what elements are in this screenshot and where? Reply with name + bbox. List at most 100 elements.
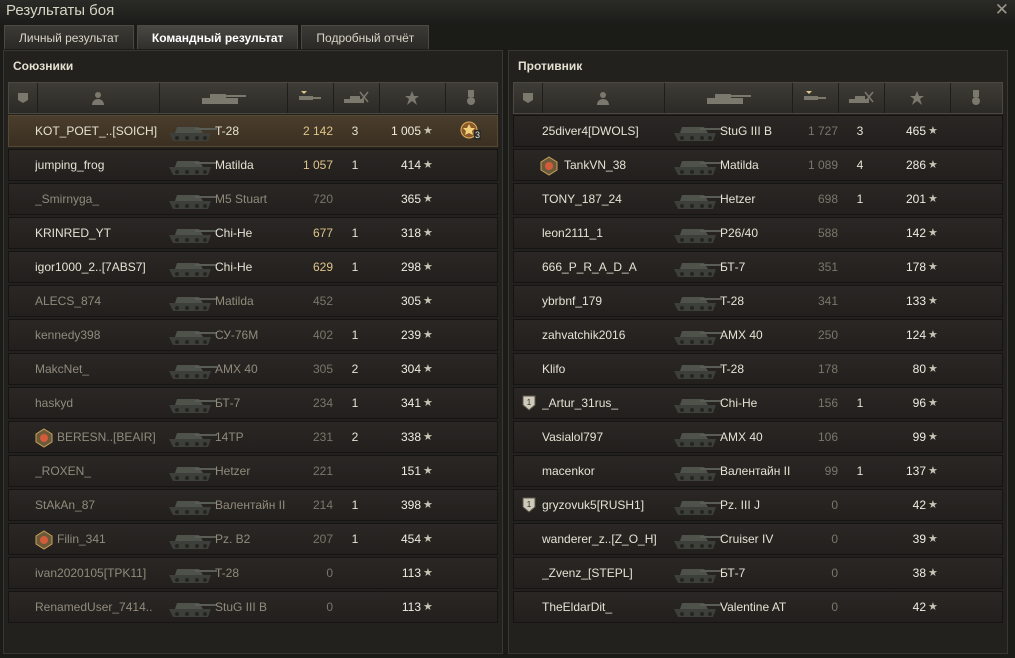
- player-row[interactable]: 1 gryzovuk5[RUSH1] Pz. III J 0 42 ★: [513, 489, 1003, 521]
- medal-column-icon[interactable]: [445, 83, 497, 113]
- player-name[interactable]: 666_P_R_A_D_A: [542, 252, 670, 282]
- tab-team-result[interactable]: Командный результат: [136, 25, 299, 49]
- player-name[interactable]: StAkAn_87: [35, 490, 163, 520]
- player-row[interactable]: wanderer_z..[Z_O_H] Cruiser IV 0 39 ★: [513, 523, 1003, 555]
- medal-column-icon[interactable]: [950, 83, 1002, 113]
- player-name[interactable]: _ROXEN_: [35, 456, 163, 486]
- star-icon: ★: [423, 567, 433, 579]
- player-column-icon[interactable]: [542, 83, 665, 113]
- tank-icon: [165, 491, 219, 519]
- kills-value: 1: [856, 464, 864, 478]
- star-icon: ★: [928, 601, 938, 613]
- score-value: 124: [905, 328, 926, 342]
- score-value: 239: [400, 328, 421, 342]
- player-row[interactable]: RenamedUser_7414.. StuG III B 0 113 ★: [8, 591, 498, 623]
- score-column-icon[interactable]: [884, 83, 951, 113]
- damage-value: 234: [312, 396, 333, 410]
- player-row[interactable]: Klifo T-28 178 80 ★: [513, 353, 1003, 385]
- player-row[interactable]: Filin_341 Pz. B2 207 1 454 ★: [8, 523, 498, 555]
- player-row[interactable]: igor1000_2..[7ABS7] Chi-He 629 1 298 ★: [8, 251, 498, 283]
- tank-icon: [670, 253, 724, 281]
- player-name[interactable]: leon2111_1: [542, 218, 670, 248]
- player-row[interactable]: StAkAn_87 Валентайн II 214 1 398 ★: [8, 489, 498, 521]
- player-name[interactable]: igor1000_2..[7ABS7]: [35, 252, 163, 282]
- player-name[interactable]: Vasialol797: [542, 422, 670, 452]
- player-row[interactable]: BERESN..[BEAIR] 14TP 231 2 338 ★: [8, 421, 498, 453]
- player-name[interactable]: _Artur_31rus_: [542, 388, 670, 418]
- player-row[interactable]: TheEldarDit_ Valentine AT 0 42 ★: [513, 591, 1003, 623]
- player-name[interactable]: KRINRED_YT: [35, 218, 163, 248]
- damage-value: 0: [831, 532, 838, 546]
- player-name[interactable]: Filin_341: [57, 524, 163, 554]
- player-name[interactable]: TONY_187_24: [542, 184, 670, 214]
- player-row[interactable]: _Smirnyga_ M5 Stuart 720 365 ★: [8, 183, 498, 215]
- player-row[interactable]: _ROXEN_ Hetzer 221 151 ★: [8, 455, 498, 487]
- player-name[interactable]: TankVN_38: [564, 150, 670, 180]
- player-name[interactable]: macenkor: [542, 456, 670, 486]
- tank-column-icon[interactable]: [664, 83, 793, 113]
- player-name[interactable]: ALECS_874: [35, 286, 163, 316]
- score-column-icon[interactable]: [379, 83, 446, 113]
- player-row[interactable]: haskyd БТ-7 234 1 341 ★: [8, 387, 498, 419]
- player-name[interactable]: wanderer_z..[Z_O_H]: [542, 524, 670, 554]
- damage-value: 207: [312, 532, 333, 546]
- tank-column-icon[interactable]: [159, 83, 288, 113]
- player-row[interactable]: 1 _Artur_31rus_ Chi-He 156 1 96 ★: [513, 387, 1003, 419]
- player-name[interactable]: haskyd: [35, 388, 163, 418]
- platoon-column-icon[interactable]: [9, 83, 38, 113]
- player-row[interactable]: TankVN_38 Matilda 1 089 4 286 ★: [513, 149, 1003, 181]
- player-name[interactable]: BERESN..[BEAIR]: [57, 422, 163, 452]
- player-name[interactable]: kennedy398: [35, 320, 163, 350]
- medal-icon[interactable]: 3: [459, 120, 482, 142]
- kills-column-icon[interactable]: [333, 83, 380, 113]
- player-row[interactable]: jumping_frog Matilda 1 057 1 414 ★: [8, 149, 498, 181]
- player-row[interactable]: _Zvenz_[STEPL] БТ-7 0 38 ★: [513, 557, 1003, 589]
- tab-personal-result[interactable]: Личный результат: [4, 25, 134, 49]
- player-row[interactable]: MakcNet_ AMX 40 305 2 304 ★: [8, 353, 498, 385]
- platoon-column-icon[interactable]: [514, 83, 543, 113]
- player-column-icon[interactable]: [37, 83, 160, 113]
- player-row[interactable]: ivan2020105[TPK11] T-28 0 113 ★: [8, 557, 498, 589]
- damage-value: 0: [831, 566, 838, 580]
- player-name[interactable]: 25diver4[DWOLS]: [542, 116, 670, 146]
- damage-column-icon[interactable]: [792, 83, 839, 113]
- player-row[interactable]: TONY_187_24 Hetzer 698 1 201 ★: [513, 183, 1003, 215]
- score-value: 298: [400, 260, 421, 274]
- player-row[interactable]: KRINRED_YT Chi-He 677 1 318 ★: [8, 217, 498, 249]
- player-name[interactable]: _Smirnyga_: [35, 184, 163, 214]
- player-row[interactable]: ALECS_874 Matilda 452 305 ★: [8, 285, 498, 317]
- player-name[interactable]: ybrbnf_179: [542, 286, 670, 316]
- player-row[interactable]: ybrbnf_179 T-28 341 133 ★: [513, 285, 1003, 317]
- enemies-table-header: [513, 82, 1003, 114]
- player-row[interactable]: zahvatchik2016 AMX 40 250 124 ★: [513, 319, 1003, 351]
- player-name[interactable]: KOT_POET_..[SOICH]: [35, 116, 163, 146]
- star-icon: ★: [928, 261, 938, 273]
- player-row[interactable]: macenkor Валентайн II 99 1 137 ★: [513, 455, 1003, 487]
- medal-count: 3: [474, 130, 482, 140]
- score-value: 151: [400, 464, 421, 478]
- tab-detailed-report[interactable]: Подробный отчёт: [301, 25, 430, 49]
- player-row[interactable]: Vasialol797 AMX 40 106 99 ★: [513, 421, 1003, 453]
- player-row[interactable]: 666_P_R_A_D_A БТ-7 351 178 ★: [513, 251, 1003, 283]
- player-name[interactable]: _Zvenz_[STEPL]: [542, 558, 670, 588]
- player-row[interactable]: kennedy398 СУ-76М 402 1 239 ★: [8, 319, 498, 351]
- player-row[interactable]: 25diver4[DWOLS] StuG III B1 727 3 465 ★: [513, 115, 1003, 147]
- clan-emblem-icon: [538, 155, 560, 177]
- player-name[interactable]: gryzovuk5[RUSH1]: [542, 490, 670, 520]
- star-icon: ★: [423, 159, 433, 171]
- player-name[interactable]: MakcNet_: [35, 354, 163, 384]
- star-icon: ★: [928, 431, 938, 443]
- player-name[interactable]: TheEldarDit_: [542, 592, 670, 622]
- player-row[interactable]: leon2111_1 P26/40 588 142 ★: [513, 217, 1003, 249]
- player-row[interactable]: KOT_POET_..[SOICH] T-28 2 142 3 1 005 ★ 3: [8, 115, 498, 147]
- player-name[interactable]: jumping_frog: [35, 150, 163, 180]
- player-name[interactable]: zahvatchik2016: [542, 320, 670, 350]
- player-name[interactable]: RenamedUser_7414..: [35, 592, 163, 622]
- kills-column-icon[interactable]: [838, 83, 885, 113]
- player-name[interactable]: ivan2020105[TPK11]: [35, 558, 163, 588]
- close-icon[interactable]: ✕: [995, 0, 1009, 20]
- player-name[interactable]: Klifo: [542, 354, 670, 384]
- score-value: 96: [912, 396, 926, 410]
- damage-column-icon[interactable]: [287, 83, 334, 113]
- score-value: 113: [401, 600, 421, 614]
